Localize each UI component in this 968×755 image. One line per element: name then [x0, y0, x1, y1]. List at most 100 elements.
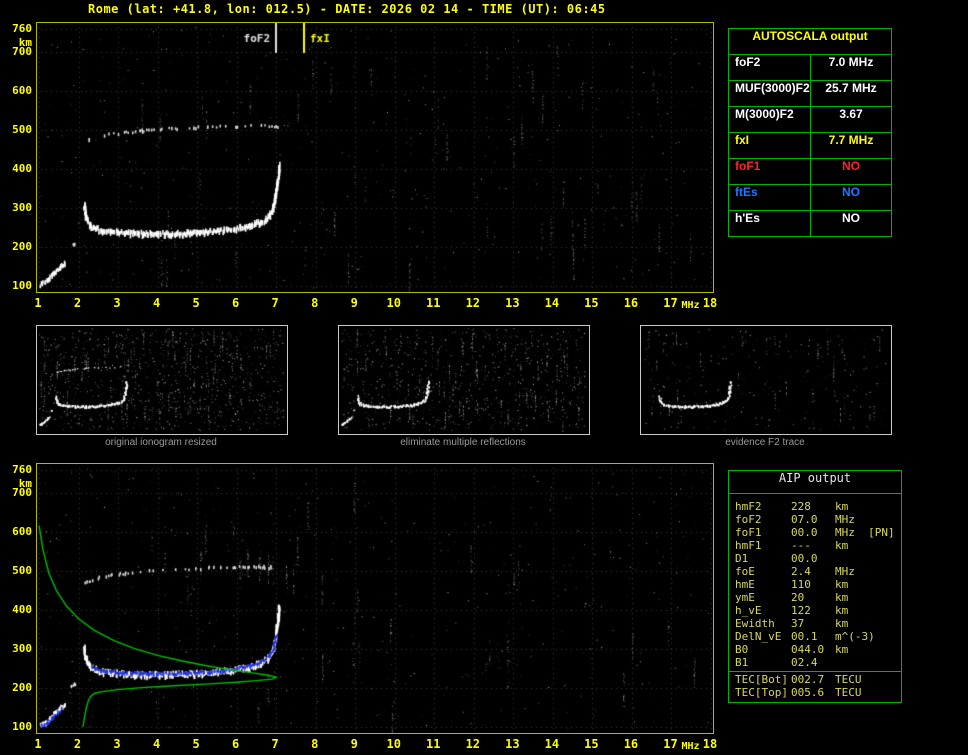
aip-param-unit: km [835, 617, 849, 630]
y-tick-label: 760 [12, 463, 32, 476]
aip-table-header: AIP output [729, 471, 901, 494]
x-tick-label: 12 [465, 737, 481, 751]
x-tick-label: 5 [192, 296, 200, 310]
aip-param-value: 20 [791, 591, 805, 604]
x-tick-label: 2 [73, 737, 82, 751]
y-tick-label: 500 [12, 123, 32, 137]
aip-row-ymE: ymE 20 km [729, 591, 901, 604]
aip-row-hmF2: hmF2 228 km [729, 500, 901, 513]
autoscala-table-header: AUTOSCALA output [729, 29, 891, 55]
aip-param-name: TEC[Top] [735, 686, 788, 699]
aip-param-name: hmE [735, 578, 755, 591]
autoscala-param-label: h'Es [729, 211, 811, 236]
aip-param-name: hmF2 [735, 500, 762, 513]
y-tick-label: 600 [12, 84, 32, 98]
aip-param-unit [835, 656, 901, 669]
thumbnail-caption-original: original ionogram resized [105, 437, 217, 448]
aip-row-TEC[Bot]: TEC[Bot] 002.7 TECU [729, 671, 901, 686]
aip-param-name: hmF1 [735, 539, 762, 552]
x-tick-label: 7 [271, 296, 279, 310]
aip-param-value: 00.1 [791, 630, 818, 643]
aip-row-foF1: foF1 00.0 MHz [PN] [729, 526, 901, 539]
ionogram-top-plot [36, 22, 714, 293]
y-tick-label: 760 [12, 22, 32, 35]
y-tick-label: 300 [12, 201, 32, 215]
aip-row-h_vE: h_vE 122 km [729, 604, 901, 617]
aip-param-unit: km [835, 539, 849, 552]
aip-param-name: foF2 [735, 513, 762, 526]
aip-row-Ewidth: Ewidth 37 km [729, 617, 901, 630]
autoscala-row-fxI: fxI 7.7 MHz [729, 133, 891, 159]
y-axis-unit: km [18, 477, 32, 490]
x-tick-label: 11 [426, 737, 441, 751]
aip-param-unit [835, 552, 901, 565]
aip-param-value: 00.0 [791, 526, 818, 539]
aip-param-unit: km [835, 578, 849, 591]
x-tick-label: 3 [113, 296, 121, 310]
aip-param-value: --- [791, 539, 811, 552]
autoscala-param-label: fxI [729, 133, 811, 158]
x-tick-label: 11 [426, 296, 441, 310]
thumbnail-multiple-reflections-canvas [339, 326, 587, 432]
x-tick-label: 14 [544, 737, 560, 751]
x-tick-label: 15 [584, 737, 599, 751]
x-tick-label: 4 [152, 296, 161, 310]
aip-param-name: B1 [735, 656, 749, 669]
x-axis-unit: MHz [681, 741, 700, 752]
aip-row-DelN_vE: DelN_vE 00.1 m^(-3) [729, 630, 901, 643]
autoscala-param-value: 7.7 MHz [828, 133, 874, 147]
aip-row-foE: foE 2.4 MHz [729, 565, 901, 578]
aip-param-name: foE [735, 565, 755, 578]
y-tick-label: 400 [12, 603, 32, 617]
autoscala-param-value: 3.67 [839, 107, 863, 121]
thumbnail-caption-reflections: eliminate multiple reflections [400, 437, 526, 448]
x-tick-label: 17 [663, 737, 678, 751]
x-tick-label: 18 [702, 296, 718, 310]
aip-param-value: 00.0 [791, 552, 818, 565]
y-tick-label: 600 [12, 525, 32, 539]
aip-row-foF2: foF2 07.0 MHz [729, 513, 901, 526]
aip-param-name: foF1 [735, 526, 762, 539]
aip-param-name: DelN_vE [735, 630, 782, 643]
aip-row-hmE: hmE 110 km [729, 578, 901, 591]
thumbnail-original-ionogram [36, 325, 288, 435]
aip-param-value: 110 [791, 578, 811, 591]
x-tick-label: 17 [663, 296, 678, 310]
aip-row-D1: D1 00.0 [729, 552, 901, 565]
x-tick-label: 5 [192, 737, 200, 751]
autoscala-param-label: foF1 [729, 159, 811, 184]
aip-param-unit: km [835, 604, 849, 617]
y-tick-label: 200 [12, 240, 32, 254]
aip-param-value: 044.0 [791, 643, 825, 656]
thumbnail-f2-trace [640, 325, 892, 435]
autoscala-param-value: 7.0 MHz [828, 55, 874, 69]
x-tick-label: 2 [73, 296, 82, 310]
aip-row-hmF1: hmF1 --- km [729, 539, 901, 552]
x-tick-label: 7 [271, 737, 279, 751]
aip-row-B0: B0 044.0 km [729, 643, 901, 656]
y-tick-label: 300 [12, 642, 32, 656]
ionogram-bottom-canvas [37, 464, 713, 733]
aip-param-unit: MHz [835, 565, 855, 578]
x-tick-label: 8 [311, 296, 319, 310]
autoscala-row-foF1: foF1 NO [729, 159, 891, 185]
thumbnail-original-canvas [37, 326, 285, 432]
station-date-time-header: Rome (lat: +41.8, lon: 012.5) - DATE: 20… [88, 2, 606, 16]
x-tick-label: 6 [232, 737, 240, 751]
aip-param-name: ymE [735, 591, 755, 604]
aip-param-unit: m^(-3) [835, 630, 875, 643]
x-tick-label: 10 [386, 737, 401, 751]
y-tick-label: 100 [12, 279, 32, 292]
aip-param-unit: km [835, 591, 849, 604]
x-tick-label: 4 [152, 737, 161, 751]
aip-param-value: 228 [791, 500, 811, 513]
x-tick-label: 18 [702, 737, 718, 751]
x-tick-label: 1 [34, 737, 42, 751]
thumbnail-f2-trace-canvas [641, 326, 889, 432]
y-tick-label: 200 [12, 681, 32, 695]
aip-param-name: B0 [735, 643, 749, 656]
aip-param-value: 07.0 [791, 513, 818, 526]
aip-row-TEC[Top]: TEC[Top] 005.6 TECU [729, 686, 901, 699]
x-tick-label: 10 [386, 296, 401, 310]
aip-output-table: AIP output hmF2 228 km foF2 07.0 MHz foF1 00.0 M… [728, 470, 902, 703]
